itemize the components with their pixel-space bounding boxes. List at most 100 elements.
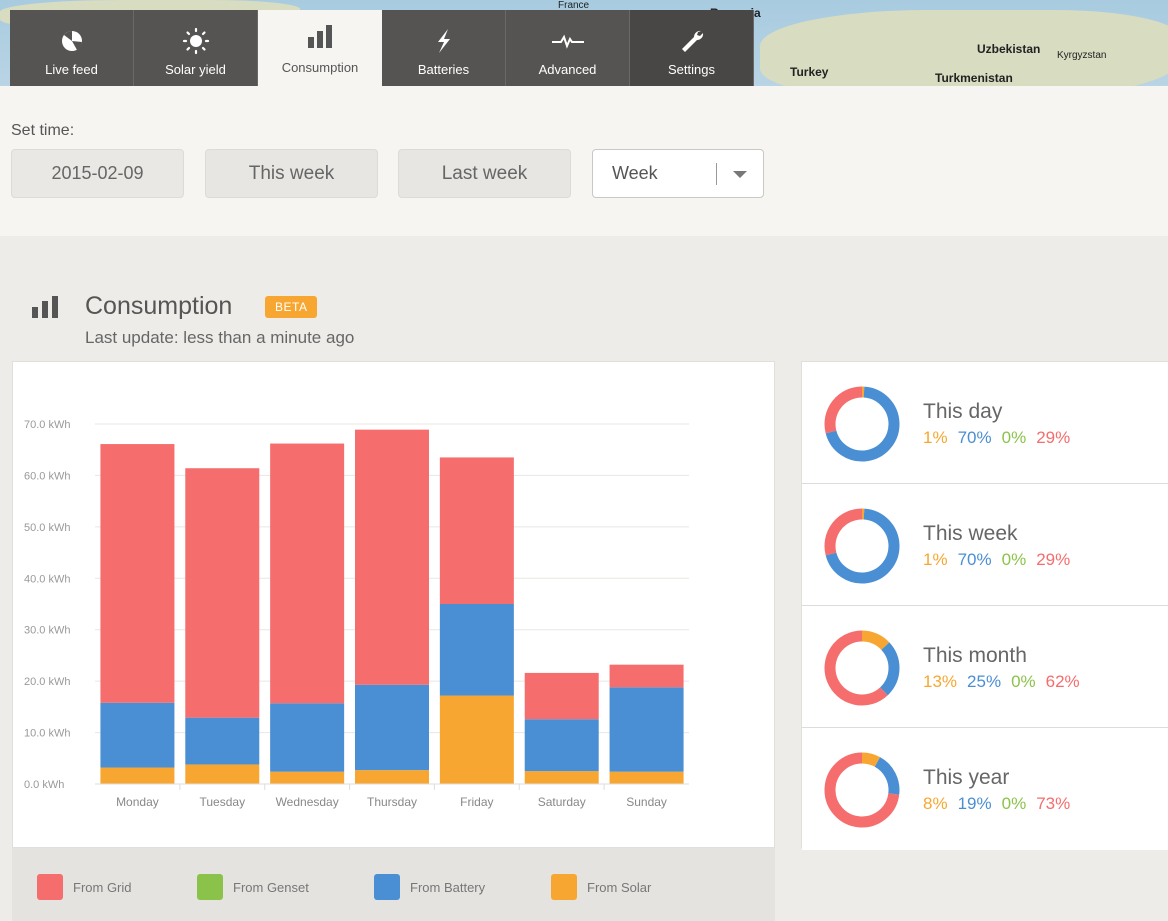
- x-tick-label: Monday: [116, 795, 159, 809]
- stat-name: This day: [923, 400, 1003, 423]
- bar-from-solar: [355, 770, 429, 784]
- stat-values: 1% 70% 0% 29%: [923, 428, 1080, 448]
- tab-solar-yield[interactable]: Solar yield: [134, 10, 258, 86]
- bar-from-grid: [100, 444, 175, 703]
- bar-from-battery: [185, 717, 260, 765]
- stat-row-year[interactable]: This year 8% 19% 0% 73%: [802, 728, 1168, 850]
- x-tick-label: Wednesday: [276, 795, 339, 809]
- legend-swatch: [551, 874, 577, 900]
- bar-from-solar: [524, 771, 599, 784]
- solar-percent: 8%: [923, 794, 948, 813]
- stat-values: 8% 19% 0% 73%: [923, 794, 1080, 814]
- legend-swatch: [197, 874, 223, 900]
- tab-live-feed[interactable]: Live feed: [10, 10, 134, 86]
- tab-advanced[interactable]: Advanced: [506, 10, 630, 86]
- y-tick-label: 70.0 kWh: [24, 419, 70, 431]
- consumption-chart: 0.0 kWh 10.0 kWh 20.0 kWh 30.0 kWh 40.0 kWh 5…: [24, 419, 689, 809]
- donut-slice-battery: [874, 757, 900, 795]
- period-stats: This day 1% 70% 0% 29% This week 1% 70% 0% 29%…: [801, 361, 1168, 850]
- legend-label: From Grid: [73, 879, 132, 895]
- donut-chart: [824, 630, 900, 706]
- donut-slice-solar: [861, 630, 890, 651]
- map-label-turkey: Turkey: [790, 65, 829, 79]
- bars-icon: [31, 296, 59, 323]
- x-tick-label: Saturday: [538, 795, 586, 809]
- genset-percent: 0%: [1001, 794, 1027, 813]
- map-label-turkmenistan: Turkmenistan: [935, 71, 1013, 85]
- y-tick-label: 20.0 kWh: [24, 676, 70, 688]
- x-tick-label: Sunday: [626, 795, 667, 809]
- pulse-icon: [551, 26, 585, 56]
- legend-item-battery[interactable]: From Battery: [374, 874, 485, 900]
- pie-icon: [60, 26, 84, 56]
- bar-from-battery: [439, 604, 514, 696]
- tab-batteries[interactable]: Batteries: [382, 10, 506, 86]
- main-nav: Live feed Solar yield Consumption Batter…: [10, 10, 754, 86]
- stat-name: This week: [923, 522, 1018, 545]
- stat-row-month[interactable]: This month 13% 25% 0% 62%: [802, 606, 1168, 728]
- grid-percent: 62%: [1045, 672, 1080, 691]
- grid-percent: 29%: [1036, 428, 1071, 447]
- legend-label: From Solar: [587, 879, 652, 895]
- grid-percent: 29%: [1036, 550, 1071, 569]
- lightning-icon: [434, 26, 454, 56]
- donut-chart: [824, 508, 900, 584]
- stat-values: 1% 70% 0% 29%: [923, 550, 1080, 570]
- consumption-section: Consumption BETA Last update: less than …: [0, 236, 1168, 921]
- genset-percent: 0%: [1001, 428, 1027, 447]
- donut-slice-battery: [879, 642, 900, 696]
- bar-from-solar: [609, 771, 684, 784]
- tab-label: Live feed: [45, 62, 98, 77]
- date-field[interactable]: 2015-02-09: [11, 149, 184, 198]
- donut-chart: [824, 386, 900, 462]
- tab-label: Settings: [668, 62, 715, 77]
- y-tick-label: 0.0 kWh: [24, 779, 64, 791]
- donut-slice-grid: [824, 508, 863, 556]
- stat-values: 13% 25% 0% 62%: [923, 672, 1090, 692]
- last-week-button[interactable]: Last week: [398, 149, 571, 198]
- legend-item-solar[interactable]: From Solar: [551, 874, 651, 900]
- donut-chart: [824, 752, 900, 828]
- period-select[interactable]: Week: [592, 149, 764, 198]
- x-tick-label: Tuesday: [199, 795, 245, 809]
- legend-label: From Battery: [410, 879, 486, 895]
- stat-row-day[interactable]: This day 1% 70% 0% 29%: [802, 362, 1168, 484]
- stat-row-week[interactable]: This week 1% 70% 0% 29%: [802, 484, 1168, 606]
- donut-slice-grid: [824, 630, 888, 706]
- tab-consumption[interactable]: Consumption: [258, 10, 382, 86]
- bars-icon: [307, 22, 333, 52]
- this-week-button[interactable]: This week: [205, 149, 378, 198]
- bar-from-solar: [270, 771, 345, 784]
- chevron-down-icon[interactable]: [717, 169, 763, 179]
- bar-from-grid: [185, 468, 260, 718]
- bar-from-solar: [100, 767, 175, 784]
- legend-item-grid[interactable]: From Grid: [37, 874, 132, 900]
- battery-percent: 25%: [967, 672, 1002, 691]
- chart-card: 0.0 kWh 10.0 kWh 20.0 kWh 30.0 kWh 40.0 kWh 5…: [12, 361, 775, 848]
- wrench-icon: [679, 26, 705, 56]
- battery-percent: 19%: [957, 794, 992, 813]
- bar-from-battery: [524, 719, 599, 772]
- legend-item-genset[interactable]: From Genset: [197, 874, 309, 900]
- grid-percent: 73%: [1036, 794, 1071, 813]
- x-tick-label: Friday: [460, 795, 493, 809]
- genset-percent: 0%: [1001, 550, 1027, 569]
- tab-label: Consumption: [281, 59, 359, 75]
- bar-from-grid: [270, 443, 345, 704]
- y-tick-label: 10.0 kWh: [24, 728, 70, 740]
- legend-swatch: [37, 874, 63, 900]
- map-label-uzbekistan: Uzbekistan: [977, 42, 1041, 56]
- y-tick-label: 50.0 kWh: [24, 522, 70, 534]
- page-title: Consumption: [85, 292, 233, 320]
- donut-slice-grid: [824, 386, 863, 434]
- solar-percent: 1%: [923, 428, 948, 447]
- bar-from-battery: [609, 687, 684, 772]
- bar-from-solar: [439, 695, 514, 784]
- tab-settings[interactable]: Settings: [630, 10, 754, 86]
- beta-badge: BETA: [265, 296, 318, 318]
- y-tick-label: 60.0 kWh: [24, 470, 70, 482]
- bar-from-grid: [439, 457, 514, 604]
- battery-percent: 70%: [957, 428, 992, 447]
- bar-from-battery: [100, 702, 175, 768]
- bar-from-grid: [609, 664, 684, 688]
